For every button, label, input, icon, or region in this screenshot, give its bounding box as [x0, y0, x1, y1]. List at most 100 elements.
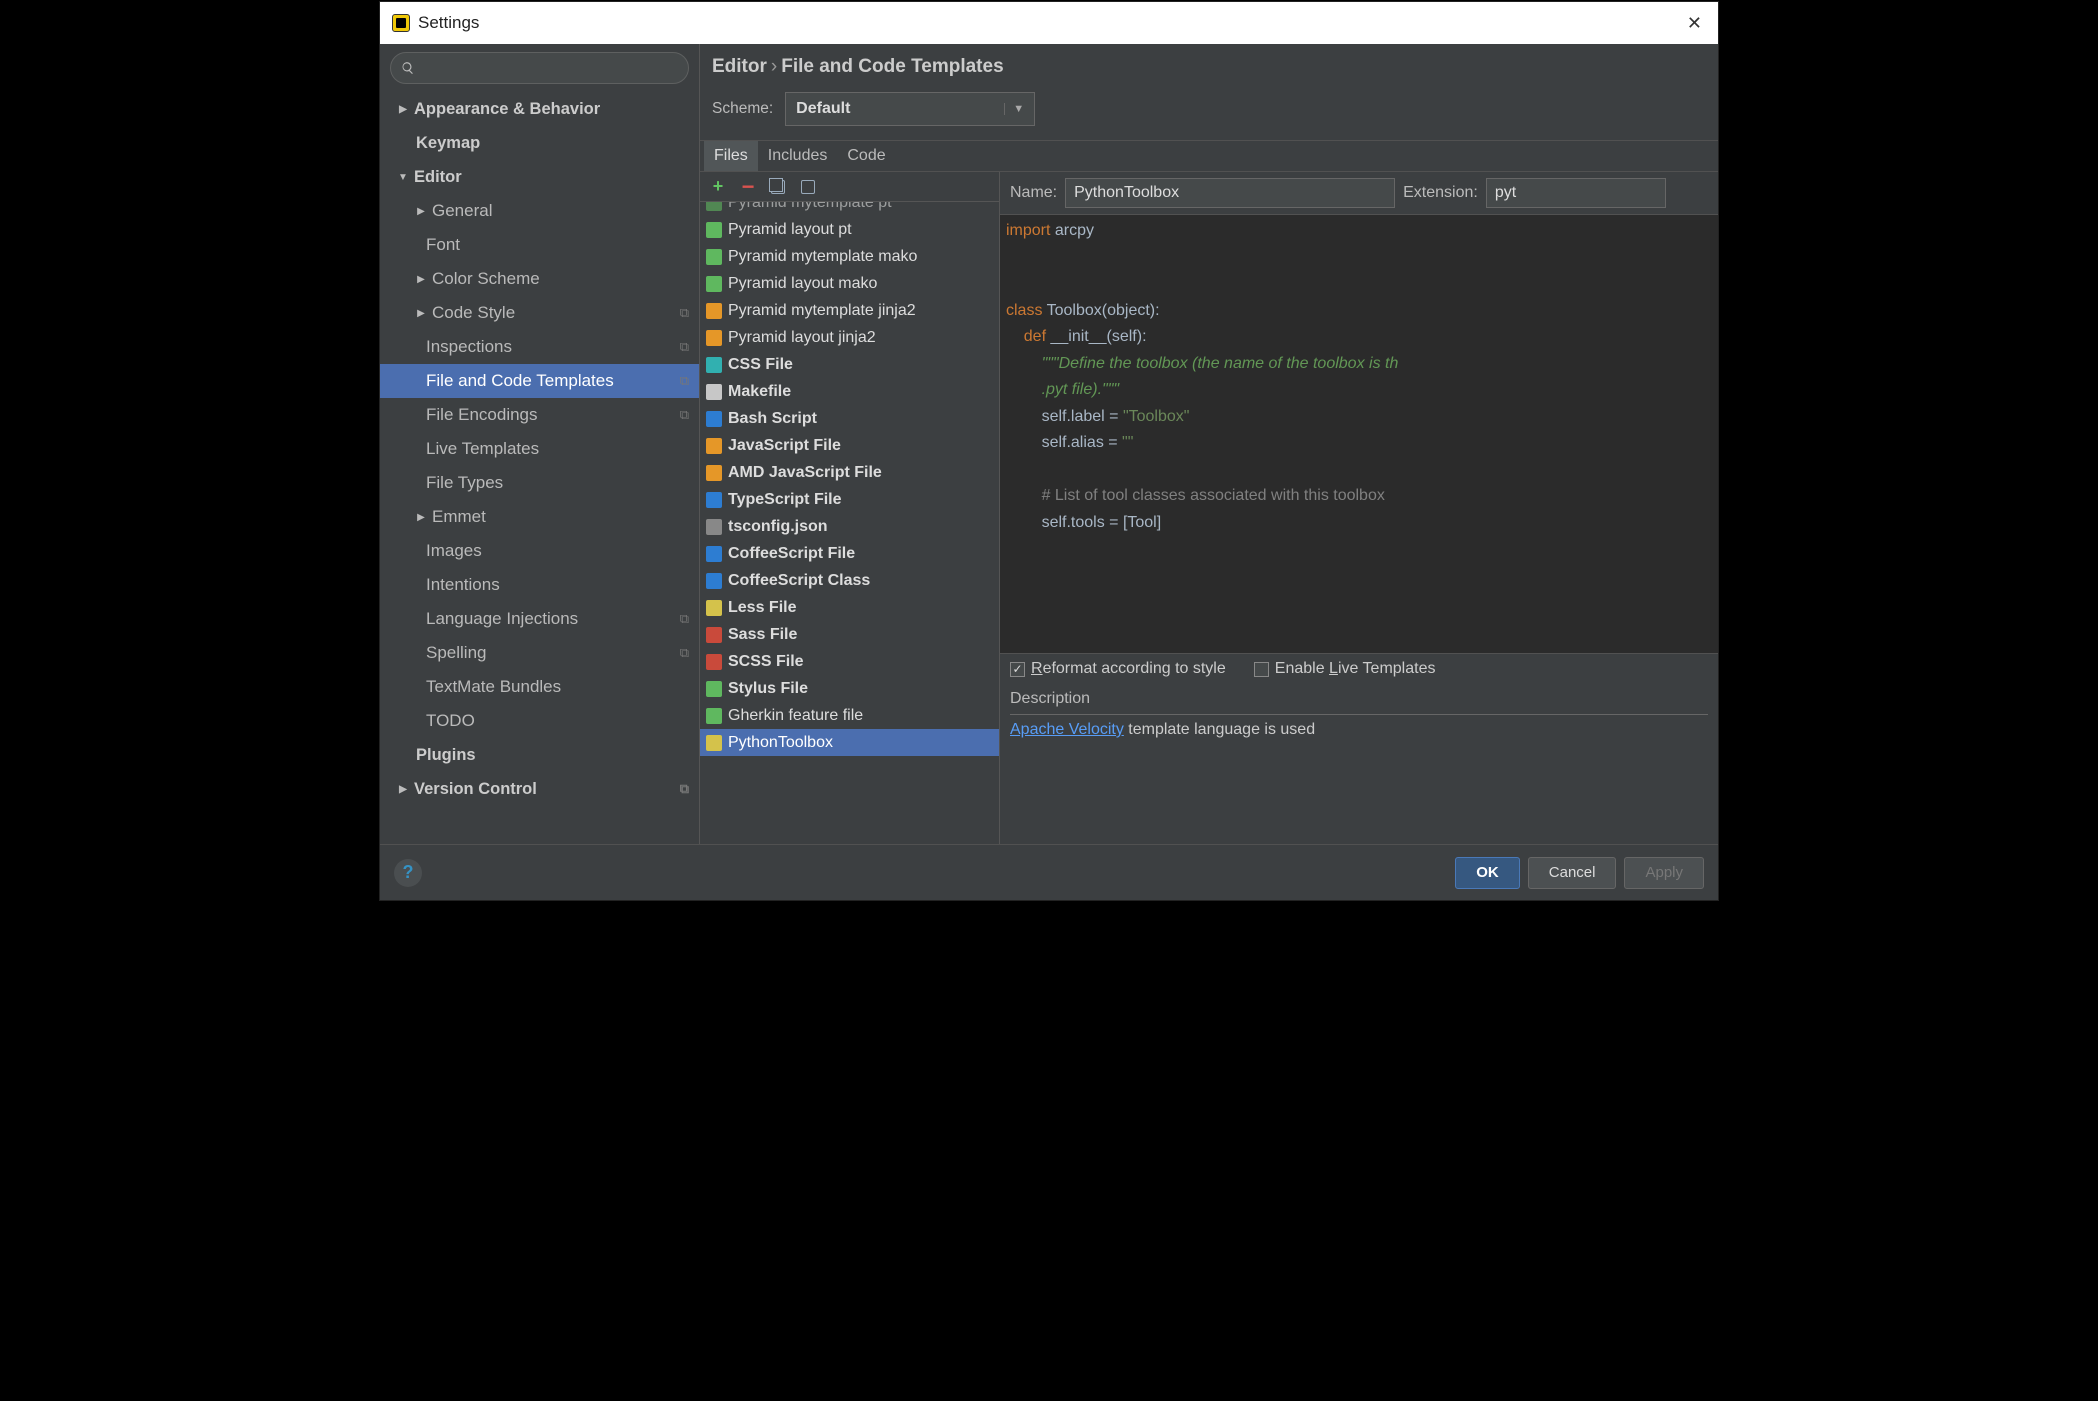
nav-item[interactable]: Images — [380, 534, 699, 568]
nav-item[interactable]: File Types — [380, 466, 699, 500]
scheme-select[interactable]: Default ▼ — [785, 92, 1035, 126]
template-row[interactable]: CSS File — [700, 351, 999, 378]
nav-item[interactable]: ▶Code Style⧉ — [380, 296, 699, 330]
nav-item[interactable]: File Encodings⧉ — [380, 398, 699, 432]
nav-item[interactable]: Spelling⧉ — [380, 636, 699, 670]
chevron-down-icon: ▼ — [1004, 103, 1024, 115]
description-header: Description — [1000, 684, 1718, 710]
nav-item[interactable]: File and Code Templates⧉ — [380, 364, 699, 398]
scheme-value: Default — [796, 100, 850, 118]
nav-item[interactable]: Keymap — [380, 126, 699, 160]
template-row[interactable]: Pyramid layout pt — [700, 216, 999, 243]
file-icon — [706, 573, 722, 589]
template-row[interactable]: Gherkin feature file — [700, 702, 999, 729]
template-row[interactable]: CoffeeScript File — [700, 540, 999, 567]
template-label: PythonToolbox — [728, 734, 833, 752]
tab-files[interactable]: Files — [704, 141, 758, 171]
template-label: Makefile — [728, 383, 791, 401]
nav-item[interactable]: Inspections⧉ — [380, 330, 699, 364]
nav-item[interactable]: ▶Appearance & Behavior — [380, 92, 699, 126]
template-row[interactable]: Pyramid mytemplate mako — [700, 243, 999, 270]
reset-template-button[interactable] — [800, 179, 816, 195]
template-toolbar: + − — [700, 172, 999, 202]
add-template-button[interactable]: + — [710, 179, 726, 195]
name-label: Name: — [1010, 184, 1057, 202]
copy-template-button[interactable] — [770, 179, 786, 195]
nav-item-label: File and Code Templates — [426, 371, 614, 391]
tab-code[interactable]: Code — [837, 141, 895, 171]
nav-item-label: Images — [426, 541, 482, 561]
nav-item-label: Plugins — [416, 746, 476, 765]
file-icon — [706, 465, 722, 481]
nav-item-label: Font — [426, 235, 460, 255]
template-list[interactable]: Pyramid mytemplate ptPyramid layout ptPy… — [700, 202, 999, 844]
template-row[interactable]: Pyramid layout mako — [700, 270, 999, 297]
template-row[interactable]: SCSS File — [700, 648, 999, 675]
nav-item[interactable]: ▶General — [380, 194, 699, 228]
ok-button[interactable]: OK — [1455, 857, 1520, 889]
scheme-label: Scheme: — [712, 100, 773, 118]
template-row[interactable]: Makefile — [700, 378, 999, 405]
nav-item[interactable]: Plugins — [380, 738, 699, 772]
file-icon — [706, 546, 722, 562]
template-label: Pyramid mytemplate jinja2 — [728, 302, 916, 320]
nav-item-label: Emmet — [432, 507, 486, 527]
template-row[interactable]: tsconfig.json — [700, 513, 999, 540]
velocity-link[interactable]: Apache Velocity — [1010, 721, 1124, 738]
live-templates-checkbox[interactable] — [1254, 662, 1269, 677]
template-extension-input[interactable] — [1486, 178, 1666, 208]
template-row[interactable]: Pyramid mytemplate pt — [700, 202, 999, 216]
file-icon — [706, 330, 722, 346]
template-row[interactable]: Less File — [700, 594, 999, 621]
nav-item[interactable]: Intentions — [380, 568, 699, 602]
nav-item[interactable]: Language Injections⧉ — [380, 602, 699, 636]
apply-button[interactable]: Apply — [1624, 857, 1704, 889]
content-panel: Editor›File and Code Templates Scheme: D… — [700, 44, 1718, 844]
tab-includes[interactable]: Includes — [758, 141, 838, 171]
copy-icon — [771, 180, 785, 194]
nav-item[interactable]: Live Templates — [380, 432, 699, 466]
template-label: Pyramid mytemplate pt — [728, 202, 892, 212]
caret-icon: ▼ — [398, 172, 408, 183]
remove-template-button[interactable]: − — [740, 179, 756, 195]
nav-item-label: Intentions — [426, 575, 500, 595]
nav-item-label: File Encodings — [426, 405, 538, 425]
template-row[interactable]: Pyramid layout jinja2 — [700, 324, 999, 351]
template-label: Stylus File — [728, 680, 808, 698]
reformat-checkbox[interactable] — [1010, 662, 1025, 677]
nav-item[interactable]: ▶Version Control⧉ — [380, 772, 699, 806]
template-label: Pyramid layout jinja2 — [728, 329, 876, 347]
file-icon — [706, 222, 722, 238]
close-icon[interactable]: ✕ — [1683, 9, 1706, 38]
nav-item[interactable]: TextMate Bundles — [380, 670, 699, 704]
nav-item-label: Keymap — [416, 134, 480, 153]
template-label: Pyramid layout mako — [728, 275, 877, 293]
template-row[interactable]: Bash Script — [700, 405, 999, 432]
nav-item-label: Language Injections — [426, 609, 578, 629]
template-row[interactable]: AMD JavaScript File — [700, 459, 999, 486]
cancel-button[interactable]: Cancel — [1528, 857, 1617, 889]
template-row[interactable]: Stylus File — [700, 675, 999, 702]
template-row[interactable]: PythonToolbox — [700, 729, 999, 756]
template-list-panel: + − Pyramid mytemplate pt Pyramid layout … — [700, 172, 1000, 844]
template-row[interactable]: Sass File — [700, 621, 999, 648]
template-row[interactable]: TypeScript File — [700, 486, 999, 513]
settings-tree[interactable]: ▶Appearance & Behavior Keymap ▼Editor▶Gene… — [380, 92, 699, 844]
nav-item[interactable]: ▼Editor — [380, 160, 699, 194]
caret-icon: ▶ — [398, 784, 408, 795]
help-button[interactable]: ? — [394, 859, 422, 887]
template-row[interactable]: JavaScript File — [700, 432, 999, 459]
template-row[interactable]: CoffeeScript Class — [700, 567, 999, 594]
template-row[interactable]: Pyramid mytemplate jinja2 — [700, 297, 999, 324]
nav-item[interactable]: TODO — [380, 704, 699, 738]
live-templates-label: Enable Live Templates — [1275, 660, 1436, 678]
search-input[interactable] — [390, 52, 689, 84]
nav-item-label: TODO — [426, 711, 475, 731]
settings-window: Settings ✕ ▶Appearance & BehaviorKeymap▼… — [379, 1, 1719, 901]
template-code-editor[interactable]: import arcpy class Toolbox(object): def … — [1000, 215, 1718, 653]
nav-item[interactable]: ▶Color Scheme — [380, 262, 699, 296]
nav-item[interactable]: ▶Emmet — [380, 500, 699, 534]
nav-item[interactable]: Font — [380, 228, 699, 262]
file-icon — [706, 384, 722, 400]
template-name-input[interactable] — [1065, 178, 1395, 208]
